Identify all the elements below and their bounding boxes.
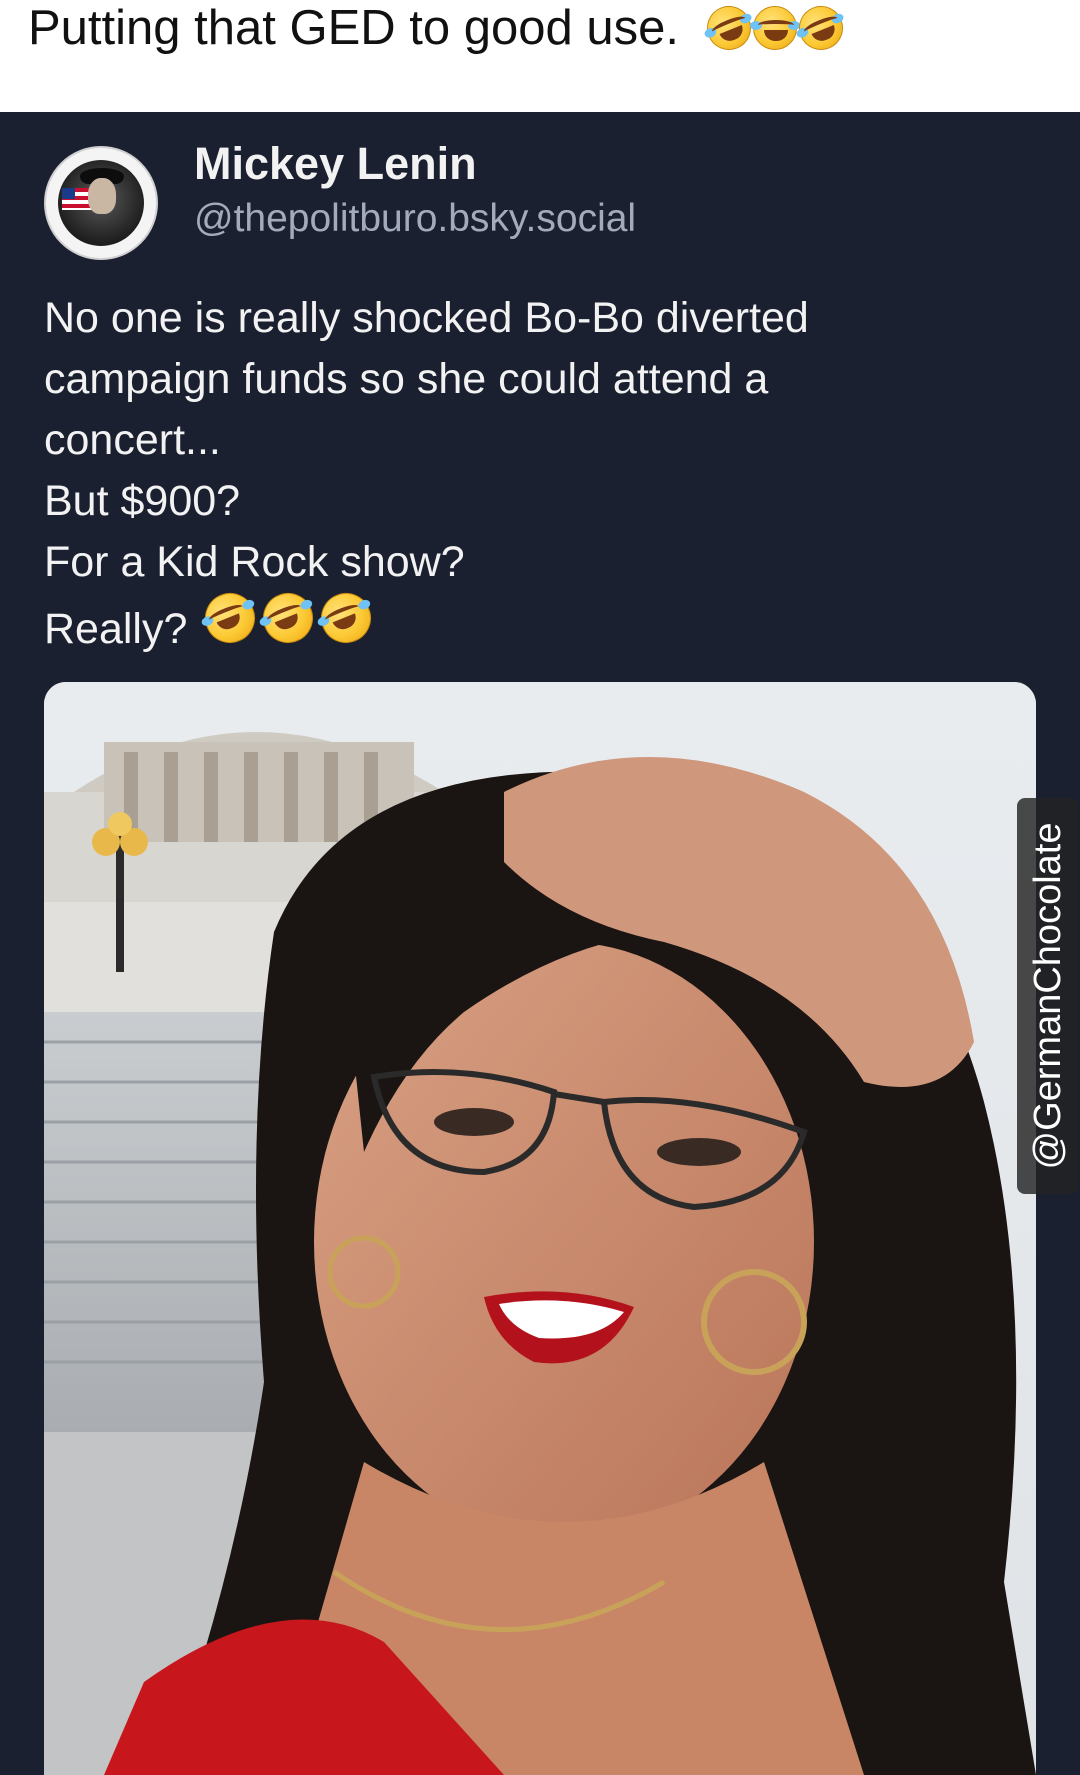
post-text-last-line: Really? [44,585,1004,660]
post-text-line: For a Kid Rock show? [44,538,465,586]
author-display-name[interactable]: Mickey Lenin [194,136,477,192]
avatar[interactable] [44,146,158,260]
rolling-laughing-emoji-icon [255,585,321,651]
post-text-line: campaign funds so she could attend a [44,355,769,403]
rolling-laughing-emoji-icon [792,0,850,57]
post-card: Mickey Lenin @thepolitburo.bsky.social N… [0,112,1080,1775]
rolling-laughing-emoji-icon [313,585,379,651]
portrait-icon [88,178,116,214]
author-handle[interactable]: @thepolitburo.bsky.social [194,194,636,244]
post-text-line: concert... [44,416,221,464]
caption-emoji-group [700,0,850,57]
post-text-line: But $900? [44,477,241,525]
watermark: @GermanChocolate [1017,798,1079,1194]
post-media-image[interactable] [44,682,1036,1775]
post-body: No one is really shocked Bo-Bo diverted … [44,288,1004,660]
rolling-laughing-emoji-icon [700,0,758,57]
caption-text: Putting that GED to good use. [28,1,680,55]
post-emoji-group [197,585,379,651]
watermark-text: @GermanChocolate [1027,822,1069,1170]
post-text-line: Really? [44,605,188,653]
caption: Putting that GED to good use. [28,0,850,57]
tears-of-joy-emoji-icon [749,6,800,50]
post-text-line: No one is really shocked Bo-Bo diverted [44,294,809,342]
rolling-laughing-emoji-icon [197,585,263,651]
selfie-photo [44,682,1036,1775]
caption-bar: Putting that GED to good use. [0,0,1080,112]
